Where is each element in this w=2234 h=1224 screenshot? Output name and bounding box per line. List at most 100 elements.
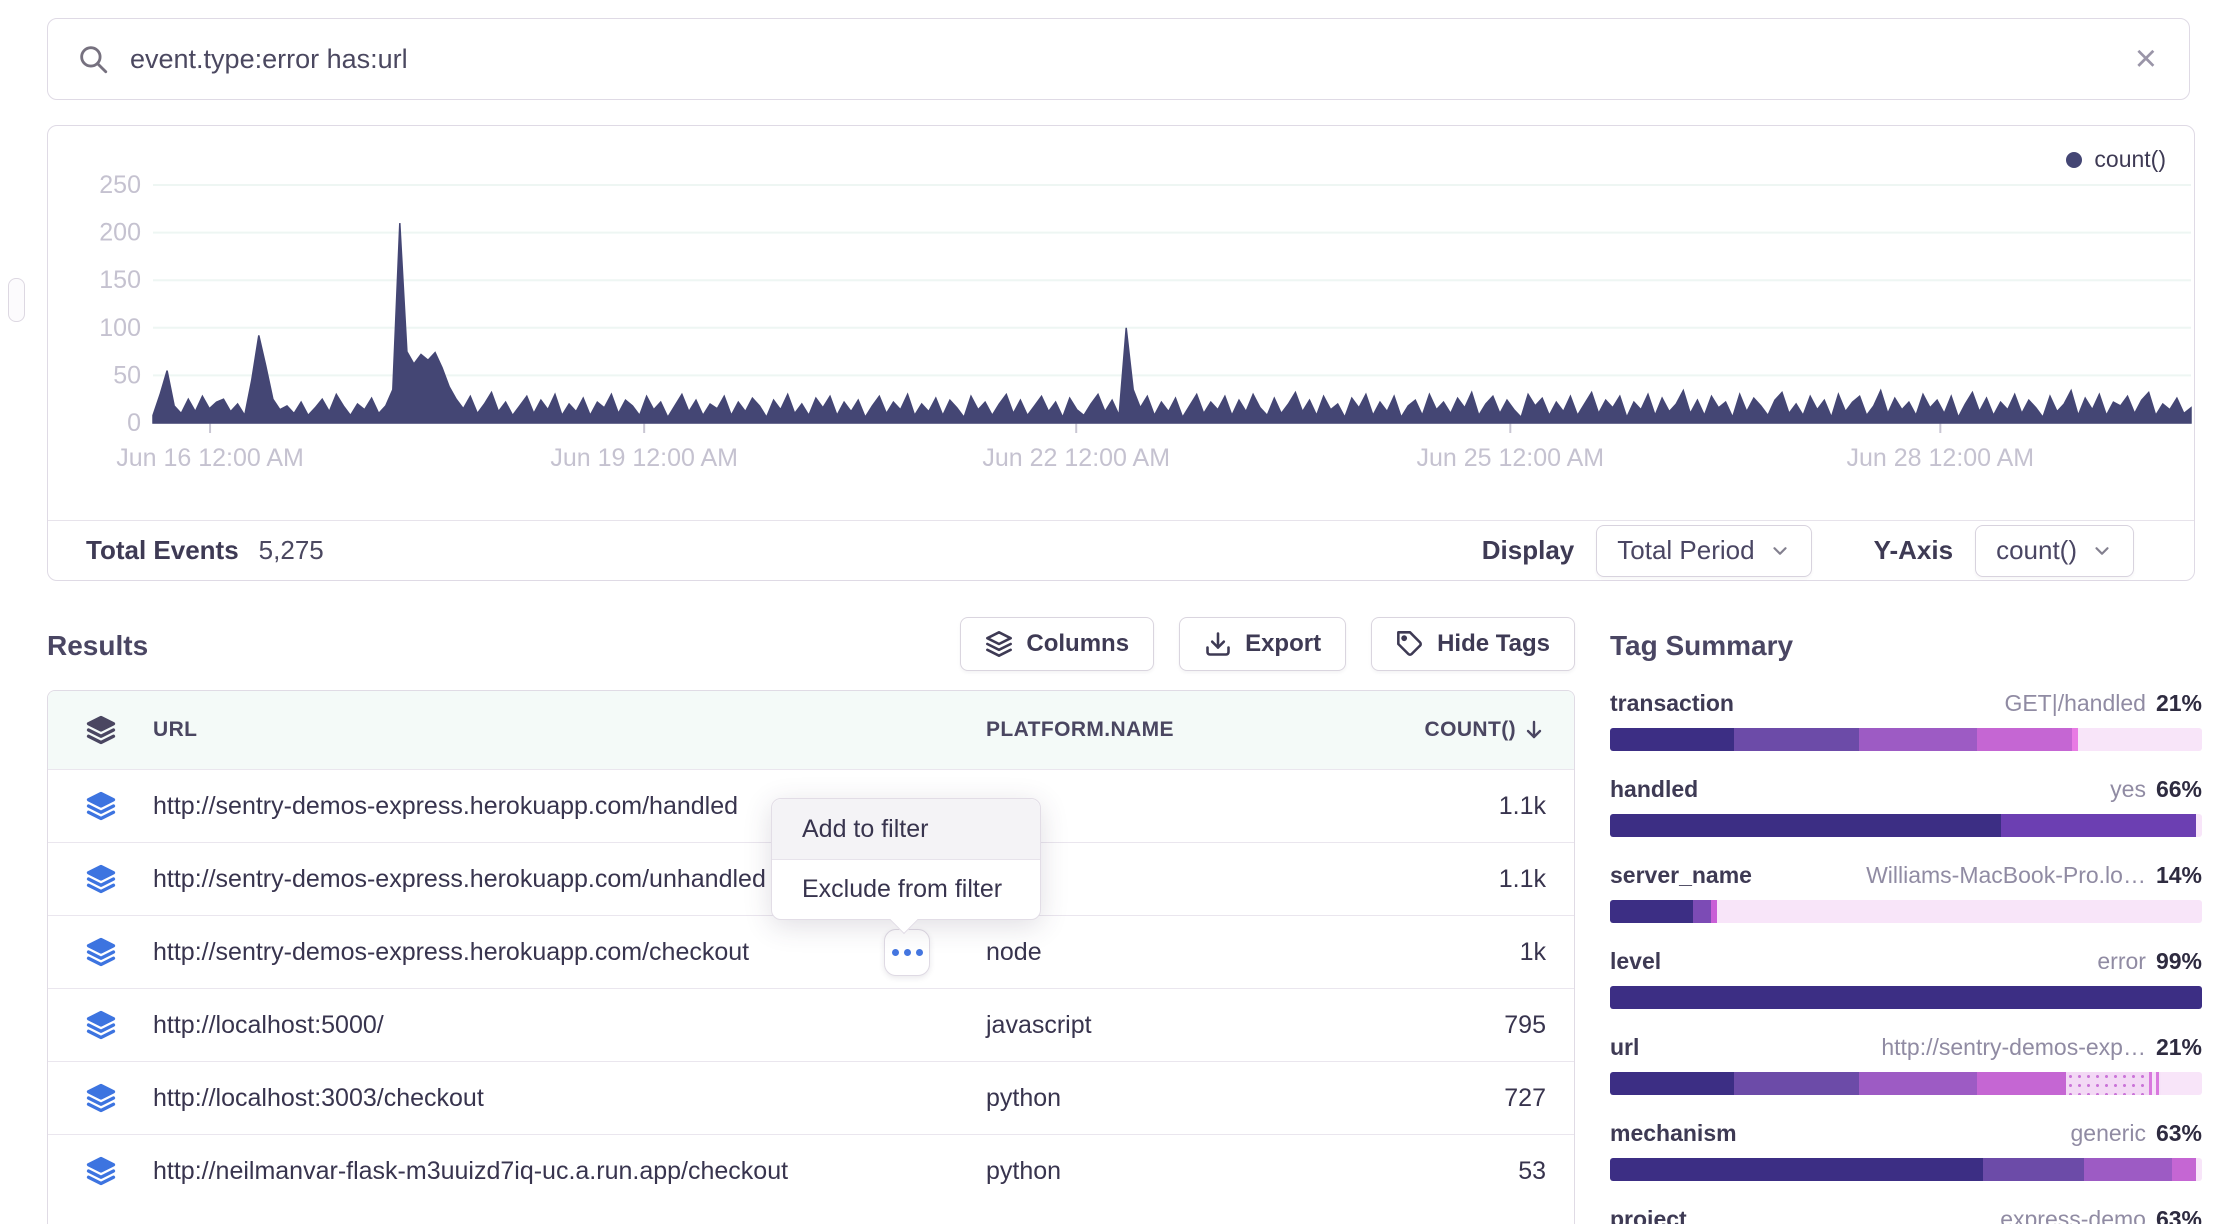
url-cell[interactable]: http://localhost:5000/ xyxy=(153,1011,986,1040)
tag-bar-segment[interactable] xyxy=(2161,1072,2202,1095)
tag-bar-segment[interactable] xyxy=(2172,1158,2196,1181)
svg-text:250: 250 xyxy=(99,171,141,199)
column-header-platform[interactable]: PLATFORM.NAME xyxy=(986,718,1406,742)
tag-bar-segment[interactable] xyxy=(2066,1072,2149,1095)
platform-cell[interactable]: javascript xyxy=(986,1011,1406,1040)
tag-bar-segment[interactable] xyxy=(1977,728,2072,751)
tag-percent: 14% xyxy=(2156,862,2202,889)
tag-bar xyxy=(1610,1158,2202,1181)
tag-bar xyxy=(1610,1072,2202,1095)
column-header-count[interactable]: COUNT() xyxy=(1406,718,1546,742)
display-dropdown[interactable]: Total Period xyxy=(1596,525,1811,577)
tag-bar-segment[interactable] xyxy=(2001,814,2196,837)
row-icon-cell xyxy=(48,791,153,821)
tag-bar-segment[interactable] xyxy=(1610,900,1693,923)
tag-percent: 63% xyxy=(2156,1120,2202,1147)
layers-icon xyxy=(86,1156,116,1186)
tag-bar-segment[interactable] xyxy=(1734,728,1858,751)
tag-bar-segment[interactable] xyxy=(2196,814,2202,837)
tag-percent: 63% xyxy=(2156,1206,2202,1224)
display-label: Display xyxy=(1482,535,1575,566)
platform-cell[interactable]: python xyxy=(986,1084,1406,1113)
search-bar[interactable]: event.type:error has:url × xyxy=(47,18,2190,100)
discover-page: event.type:error has:url × 0501001502002… xyxy=(0,0,2234,1224)
tag-bar-segment[interactable] xyxy=(1859,1072,1977,1095)
export-button[interactable]: Export xyxy=(1179,617,1346,671)
tag-name: transaction xyxy=(1610,690,1734,717)
search-input[interactable]: event.type:error has:url xyxy=(130,44,2131,75)
tag-bar-segment[interactable] xyxy=(1610,1072,1734,1095)
layers-icon xyxy=(86,937,116,967)
layers-icon xyxy=(86,791,116,821)
tag-bar-segment[interactable] xyxy=(2084,1158,2173,1181)
tag-bar-segment[interactable] xyxy=(1717,900,2202,923)
url-cell[interactable]: http://sentry-demos-express.herokuapp.co… xyxy=(153,938,986,967)
tag-name: server_name xyxy=(1610,862,1752,889)
tag-bar-segment[interactable] xyxy=(1734,1072,1858,1095)
url-cell[interactable]: http://localhost:3003/checkout xyxy=(153,1084,986,1113)
tag-bar-segment[interactable] xyxy=(1983,1158,2084,1181)
tag-bar-segment[interactable] xyxy=(1610,1158,1983,1181)
table-header: URLPLATFORM.NAMECOUNT() xyxy=(48,691,1574,769)
tag-top-value: yes xyxy=(2110,776,2146,803)
chevron-down-icon xyxy=(1769,540,1791,562)
count-cell[interactable]: 53 xyxy=(1406,1157,1546,1186)
platform-cell[interactable]: node xyxy=(986,938,1406,967)
hide-tags-button[interactable]: Hide Tags xyxy=(1371,617,1575,671)
sidebar-collapse-handle[interactable] xyxy=(8,278,25,322)
clear-search-icon[interactable]: × xyxy=(2131,40,2161,78)
tag-name: handled xyxy=(1610,776,1698,803)
layers-icon xyxy=(985,630,1013,658)
svg-text:150: 150 xyxy=(99,266,141,294)
row-icon-cell xyxy=(48,937,153,967)
tag-name: project xyxy=(1610,1206,1687,1224)
table-row: http://neilmanvar-flask-m3uuizd7iq-uc.a.… xyxy=(48,1134,1574,1207)
count-cell[interactable]: 727 xyxy=(1406,1084,1546,1113)
tag-bar xyxy=(1610,986,2202,1009)
column-header-url[interactable]: URL xyxy=(153,718,986,742)
events-chart-panel: 050100150200250Jun 16 12:00 AMJun 19 12:… xyxy=(47,125,2195,581)
export-button-label: Export xyxy=(1245,630,1321,658)
tag-bar-segment[interactable] xyxy=(1859,728,1977,751)
svg-text:200: 200 xyxy=(99,219,141,247)
url-cell[interactable]: http://neilmanvar-flask-m3uuizd7iq-uc.a.… xyxy=(153,1157,986,1186)
tag-name: url xyxy=(1610,1034,1639,1061)
yaxis-dropdown[interactable]: count() xyxy=(1975,525,2134,577)
count-cell[interactable]: 1k xyxy=(1406,938,1546,967)
columns-button-label: Columns xyxy=(1026,630,1129,658)
tag-summary-title: Tag Summary xyxy=(1610,630,2202,662)
row-icon-cell xyxy=(48,1156,153,1186)
tag-row: levelerror99% xyxy=(1610,948,2202,1009)
table-row: http://localhost:3003/checkoutpython727 xyxy=(48,1061,1574,1134)
platform-cell[interactable]: python xyxy=(986,1157,1406,1186)
count-cell[interactable]: 1.1k xyxy=(1406,792,1546,821)
tag-bar-segment[interactable] xyxy=(2149,1072,2161,1095)
tag-percent: 99% xyxy=(2156,948,2202,975)
tag-row: server_nameWilliams-MacBook-Pro.lo…14% xyxy=(1610,862,2202,923)
tag-bar xyxy=(1610,728,2202,751)
tag-bar-segment[interactable] xyxy=(1610,986,2202,1009)
tag-bar-segment[interactable] xyxy=(1693,900,1711,923)
cell-actions-button[interactable] xyxy=(884,929,930,976)
row-icon-cell xyxy=(48,1083,153,1113)
columns-button[interactable]: Columns xyxy=(960,617,1154,671)
count-cell[interactable]: 1.1k xyxy=(1406,865,1546,894)
legend-dot xyxy=(2066,152,2082,168)
legend-label: count() xyxy=(2094,146,2166,173)
display-dropdown-value: Total Period xyxy=(1617,535,1754,566)
total-events-value: 5,275 xyxy=(259,535,324,566)
row-icon-cell xyxy=(48,864,153,894)
tag-bar-segment[interactable] xyxy=(1977,1072,2066,1095)
table-row: http://localhost:5000/javascript795 xyxy=(48,988,1574,1061)
total-events-label: Total Events xyxy=(86,535,239,566)
events-chart: 050100150200250Jun 16 12:00 AMJun 19 12:… xyxy=(48,126,2193,520)
tag-row: projectexpress-demo63% xyxy=(1610,1206,2202,1224)
count-cell[interactable]: 795 xyxy=(1406,1011,1546,1040)
tag-bar-segment[interactable] xyxy=(2078,728,2202,751)
tag-bar-segment[interactable] xyxy=(1610,728,1734,751)
tag-percent: 21% xyxy=(2156,690,2202,717)
cell-action-menu: Add to filterExclude from filter xyxy=(771,798,1041,920)
tag-bar-segment[interactable] xyxy=(2196,1158,2202,1181)
menu-item[interactable]: Add to filter xyxy=(772,799,1040,859)
tag-bar-segment[interactable] xyxy=(1610,814,2001,837)
